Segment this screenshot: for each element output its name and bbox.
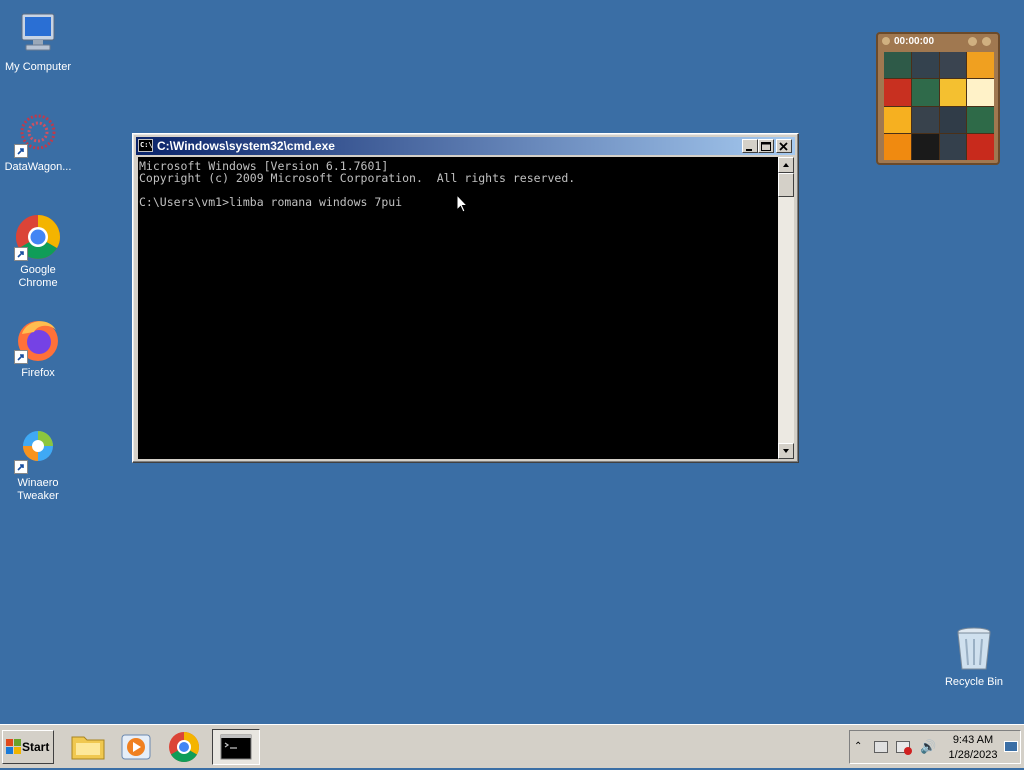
help-icon[interactable] xyxy=(968,37,977,46)
puzzle-tile[interactable] xyxy=(911,133,939,160)
shortcut-arrow-icon xyxy=(14,460,28,474)
puzzle-tile[interactable] xyxy=(939,133,967,160)
vertical-scrollbar[interactable] xyxy=(778,157,794,459)
datawagon-icon xyxy=(14,110,62,158)
close-icon xyxy=(779,142,788,151)
puzzle-tile[interactable] xyxy=(967,133,994,160)
show-hidden-icons-button[interactable]: ⌃ xyxy=(854,741,862,752)
firefox-icon xyxy=(14,316,62,364)
recycle-bin-icon xyxy=(950,625,998,673)
desktop-icon-datawagon[interactable]: DataWagon... xyxy=(0,110,76,174)
desktop-icon-my-computer[interactable]: My Computer xyxy=(0,10,76,74)
picture-puzzle-gadget[interactable]: 00:00:00 xyxy=(876,32,1000,165)
start-label: Start xyxy=(22,740,50,754)
media-player-icon xyxy=(121,734,151,760)
maximize-button[interactable] xyxy=(758,139,774,153)
puzzle-tile[interactable] xyxy=(967,52,994,79)
puzzle-tile[interactable] xyxy=(967,106,994,133)
maximize-icon xyxy=(761,142,771,151)
timer-icon xyxy=(882,37,890,45)
desktop-icon-label: DataWagon... xyxy=(4,161,72,173)
windows-logo-icon xyxy=(6,739,21,754)
puzzle-tile[interactable] xyxy=(911,79,939,106)
shuffle-icon[interactable] xyxy=(982,37,991,46)
chrome-icon xyxy=(169,732,199,763)
gadget-timer: 00:00:00 xyxy=(894,36,935,47)
clock-time: 9:43 AM xyxy=(952,734,994,746)
shortcut-arrow-icon xyxy=(14,247,28,261)
puzzle-tile[interactable] xyxy=(939,106,967,133)
folder-icon xyxy=(71,736,105,760)
puzzle-grid[interactable] xyxy=(884,52,994,160)
taskbar-chrome[interactable] xyxy=(162,729,206,765)
close-button[interactable] xyxy=(776,139,792,153)
cmd-window[interactable]: C:\ C:\Windows\system32\cmd.exe Microsof… xyxy=(132,133,799,463)
start-button[interactable]: Start xyxy=(2,730,54,764)
notification-area: ⌃ 🔊 9:43 AM 1/28/2023 xyxy=(849,730,1021,764)
puzzle-tile[interactable] xyxy=(911,52,939,79)
desktop-icon-label: Recycle Bin xyxy=(944,676,1004,688)
cmd-app-icon[interactable]: C:\ xyxy=(138,139,153,152)
desktop-icon-label: Firefox xyxy=(21,367,55,379)
puzzle-tile[interactable] xyxy=(884,79,911,106)
shortcut-arrow-icon xyxy=(14,144,28,158)
show-desktop-button[interactable] xyxy=(1004,741,1018,752)
puzzle-tile[interactable] xyxy=(911,106,939,133)
scroll-thumb[interactable] xyxy=(778,173,794,197)
console-prompt-line[interactable]: C:\Users\vm1>limba romana windows 7pui xyxy=(139,195,402,209)
desktop-icon-recycle-bin[interactable]: Recycle Bin xyxy=(936,625,1012,689)
cmd-icon xyxy=(220,734,252,760)
computer-icon xyxy=(14,10,62,58)
desktop-icon-label: My Computer xyxy=(4,61,72,73)
puzzle-tile[interactable] xyxy=(884,133,911,160)
arrow-down-icon xyxy=(783,449,789,453)
puzzle-tile[interactable] xyxy=(967,79,994,106)
scroll-up-button[interactable] xyxy=(778,157,794,173)
puzzle-tile[interactable] xyxy=(939,79,967,106)
minimize-button[interactable] xyxy=(742,139,758,153)
desktop-icon-label: Google Chrome xyxy=(18,264,58,289)
puzzle-tile[interactable] xyxy=(939,52,967,79)
desktop-icon-firefox[interactable]: Firefox xyxy=(0,316,76,380)
taskbar-media-player[interactable] xyxy=(114,729,158,765)
arrow-up-icon xyxy=(783,163,789,167)
chrome-icon xyxy=(14,213,62,261)
desktop-icon-label: Winaero Tweaker xyxy=(17,477,59,502)
desktop-icon-google-chrome[interactable]: Google Chrome xyxy=(0,213,76,290)
winaero-tweaker-icon xyxy=(14,426,62,474)
title-bar[interactable]: C:\ C:\Windows\system32\cmd.exe xyxy=(136,137,795,155)
minimize-icon xyxy=(746,149,752,151)
taskbar: Start ⌃ 🔊 9:43 AM 1/28/2023 xyxy=(0,724,1024,768)
volume-icon[interactable]: 🔊 xyxy=(920,739,936,755)
desktop-icon-winaero-tweaker[interactable]: Winaero Tweaker xyxy=(0,426,76,503)
shortcut-arrow-icon xyxy=(14,350,28,364)
clock-date: 1/28/2023 xyxy=(948,749,998,761)
gadget-header: 00:00:00 xyxy=(880,35,996,49)
mouse-cursor-icon xyxy=(456,194,468,213)
window-title: C:\Windows\system32\cmd.exe xyxy=(157,139,335,153)
network-icon[interactable] xyxy=(896,741,912,755)
scroll-down-button[interactable] xyxy=(778,443,794,459)
taskbar-cmd[interactable] xyxy=(212,729,260,765)
puzzle-tile[interactable] xyxy=(884,52,911,79)
action-center-icon[interactable] xyxy=(874,741,888,753)
clock[interactable]: 9:43 AM 1/28/2023 xyxy=(942,733,1004,763)
puzzle-tile[interactable] xyxy=(884,106,911,133)
console-line: Copyright (c) 2009 Microsoft Corporation… xyxy=(139,171,576,185)
taskbar-explorer[interactable] xyxy=(66,729,110,765)
